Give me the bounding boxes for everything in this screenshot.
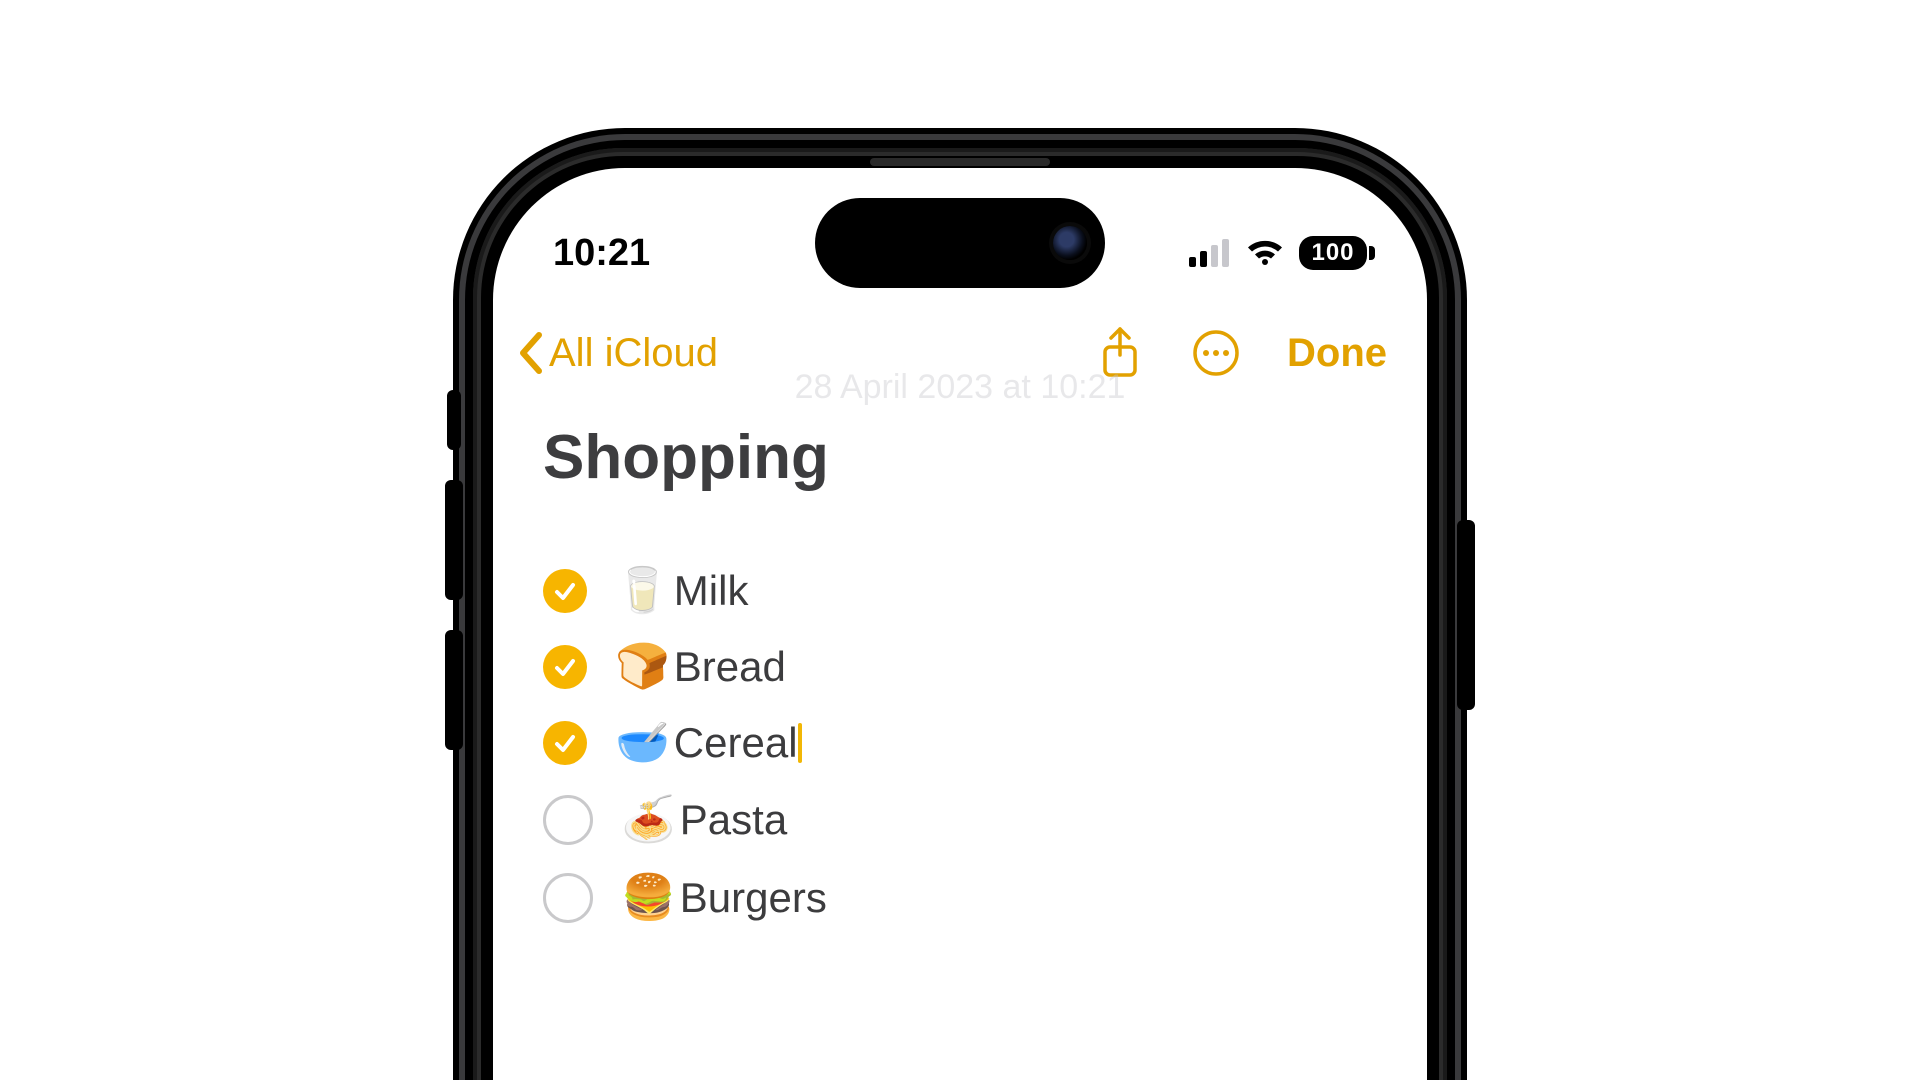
checklist-item[interactable]: 🍞Bread (543, 629, 1377, 705)
speaker-slot (870, 158, 1050, 166)
item-emoji-icon: 🥛 (615, 569, 670, 613)
checklist-item[interactable]: 🥣Cereal (543, 705, 1377, 781)
chevron-left-icon (517, 331, 545, 375)
item-emoji-icon: 🍝 (621, 798, 676, 842)
checklist-item-text[interactable]: 🍔Burgers (621, 874, 827, 922)
checklist-item-text[interactable]: 🥣Cereal (615, 719, 798, 767)
text-cursor (798, 723, 802, 763)
back-button[interactable]: All iCloud (517, 331, 718, 376)
phone-frame: 10:21 (465, 140, 1455, 1080)
battery-indicator: 100 (1299, 236, 1367, 270)
ellipsis-circle-icon (1192, 329, 1240, 377)
battery-level: 100 (1311, 239, 1354, 267)
dynamic-island (815, 198, 1105, 288)
back-label: All iCloud (549, 331, 718, 376)
item-label: Bread (674, 643, 786, 691)
item-label: Cereal (674, 719, 798, 767)
nav-bar: All iCloud (493, 298, 1427, 388)
share-button[interactable] (1095, 328, 1145, 378)
volume-up-button[interactable] (445, 480, 463, 600)
checklist-item-text[interactable]: 🍝Pasta (621, 796, 787, 844)
cellular-signal-icon (1189, 239, 1231, 267)
checklist[interactable]: 🥛Milk🍞Bread🥣Cereal🍝Pasta🍔Burgers (543, 553, 1377, 937)
checkbox-checked-icon[interactable] (543, 569, 587, 613)
checkbox-checked-icon[interactable] (543, 645, 587, 689)
screen: 10:21 (493, 168, 1427, 1080)
item-emoji-icon: 🍔 (621, 876, 676, 920)
checklist-item[interactable]: 🍝Pasta (543, 781, 1377, 859)
item-emoji-icon: 🥣 (615, 721, 670, 765)
silence-switch[interactable] (447, 390, 461, 450)
item-label: Burgers (680, 874, 827, 922)
item-emoji-icon: 🍞 (615, 645, 670, 689)
more-button[interactable] (1191, 328, 1241, 378)
power-button[interactable] (1457, 520, 1475, 710)
item-label: Milk (674, 567, 749, 615)
front-camera-icon (1053, 226, 1087, 260)
item-label: Pasta (680, 796, 787, 844)
checkbox-unchecked-icon[interactable] (543, 873, 593, 923)
volume-down-button[interactable] (445, 630, 463, 750)
note-title[interactable]: Shopping (543, 422, 1377, 493)
checkbox-unchecked-icon[interactable] (543, 795, 593, 845)
checklist-item[interactable]: 🥛Milk (543, 553, 1377, 629)
checklist-item[interactable]: 🍔Burgers (543, 859, 1377, 937)
checkbox-checked-icon[interactable] (543, 721, 587, 765)
note-body[interactable]: Shopping 🥛Milk🍞Bread🥣Cereal🍝Pasta🍔Burger… (493, 388, 1427, 937)
done-button[interactable]: Done (1287, 331, 1387, 376)
checklist-item-text[interactable]: 🍞Bread (615, 643, 786, 691)
status-time: 10:21 (553, 232, 650, 275)
wifi-icon (1245, 239, 1285, 267)
checklist-item-text[interactable]: 🥛Milk (615, 567, 748, 615)
share-icon (1099, 327, 1141, 379)
